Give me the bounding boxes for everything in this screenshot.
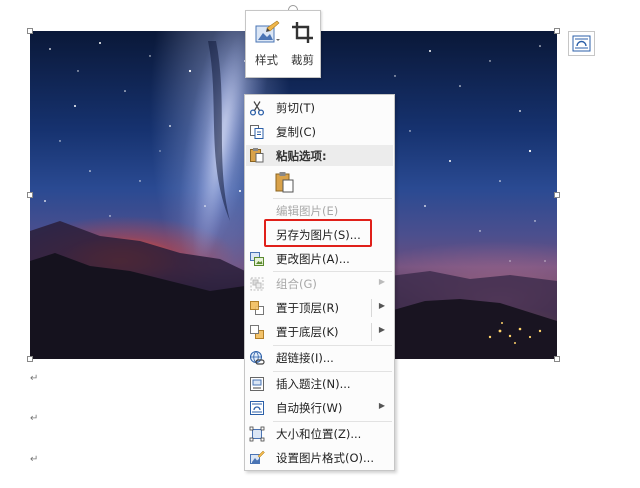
menu-item-format-picture[interactable]: 设置图片格式(O)... [245,446,394,470]
menu-item-send-to-back[interactable]: 置于底层(K) ▶ [245,320,394,344]
paste-options-header: 粘贴选项: [246,145,393,166]
resize-handle-top-left[interactable] [27,28,33,34]
menu-item-label: 插入题注(N)... [276,377,351,391]
resize-handle-bottom-right[interactable] [554,356,560,362]
menu-item-hyperlink[interactable]: 超链接(I)... [245,346,394,370]
menu-item-insert-caption[interactable]: 插入题注(N)... [245,372,394,396]
menu-item-size-and-position[interactable]: 大小和位置(Z)... [245,422,394,446]
bring-to-front-icon [250,301,264,315]
submenu-divider [371,323,372,341]
menu-item-bring-to-front[interactable]: 置于顶层(R) ▶ [245,296,394,320]
submenu-arrow-icon[interactable]: ▶ [379,325,385,334]
submenu-arrow-icon[interactable]: ▶ [379,401,385,410]
resize-handle-bottom-left[interactable] [27,356,33,362]
highlight-annotation [264,219,372,247]
menu-item-group: 组合(G) ▶ [245,272,394,296]
resize-handle-middle-right[interactable] [554,192,560,198]
menu-item-label: 超链接(I)... [276,351,334,365]
context-menu: 剪切(T) 复制(C) 粘贴选项: 编辑图片(E) 另存为图片(S)... 更改… [244,94,395,471]
menu-item-wrap-text[interactable]: 自动换行(W) ▶ [245,396,394,420]
format-picture-icon [250,450,265,464]
menu-item-label: 剪切(T) [276,101,315,115]
layout-options-button[interactable] [568,31,595,56]
crop-button[interactable]: 裁剪 [284,11,321,77]
style-label: 样式 [255,53,278,67]
paste-icon [250,148,264,163]
menu-item-label: 更改图片(A)... [276,252,350,266]
paste-options-label: 粘贴选项: [276,149,327,163]
size-position-icon [249,426,265,442]
submenu-divider [371,299,372,317]
resize-handle-middle-left[interactable] [27,192,33,198]
insert-caption-icon [250,377,264,391]
picture-style-icon [255,20,280,43]
menu-item-change-picture[interactable]: 更改图片(A)... [245,247,394,271]
menu-item-label: 组合(G) [276,277,317,291]
menu-item-label: 编辑图片(E) [276,204,339,218]
send-to-back-icon [250,325,264,339]
menu-item-label: 复制(C) [276,125,317,139]
crop-label: 裁剪 [291,53,314,67]
style-button[interactable]: 样式 [248,11,285,77]
layout-options-icon [572,35,591,52]
menu-item-copy[interactable]: 复制(C) [245,120,394,144]
submenu-arrow-icon: ▶ [378,277,385,286]
resize-handle-top-right[interactable] [554,28,560,34]
menu-item-label: 置于顶层(R) [276,301,339,315]
menu-item-label: 大小和位置(Z)... [276,427,362,441]
menu-item-label: 设置图片格式(O)... [276,451,374,465]
mini-toolbar: 样式 裁剪 [245,10,321,78]
menu-item-cut[interactable]: 剪切(T) [245,96,394,120]
paragraph-mark: ↵ [30,454,39,465]
hyperlink-icon [250,351,265,365]
group-icon [250,277,264,291]
scissors-icon [249,101,265,116]
copy-icon [250,125,264,139]
menu-item-label: 置于底层(K) [276,325,339,339]
crop-icon [291,22,313,43]
change-picture-icon [250,252,264,266]
paragraph-mark: ↵ [30,373,39,384]
wrap-text-icon [250,401,264,415]
menu-item-label: 自动换行(W) [276,401,343,415]
paste-picture-icon [275,172,294,193]
paste-keep-picture-button[interactable] [273,170,297,194]
submenu-arrow-icon[interactable]: ▶ [379,301,385,310]
paragraph-mark: ↵ [30,413,39,424]
